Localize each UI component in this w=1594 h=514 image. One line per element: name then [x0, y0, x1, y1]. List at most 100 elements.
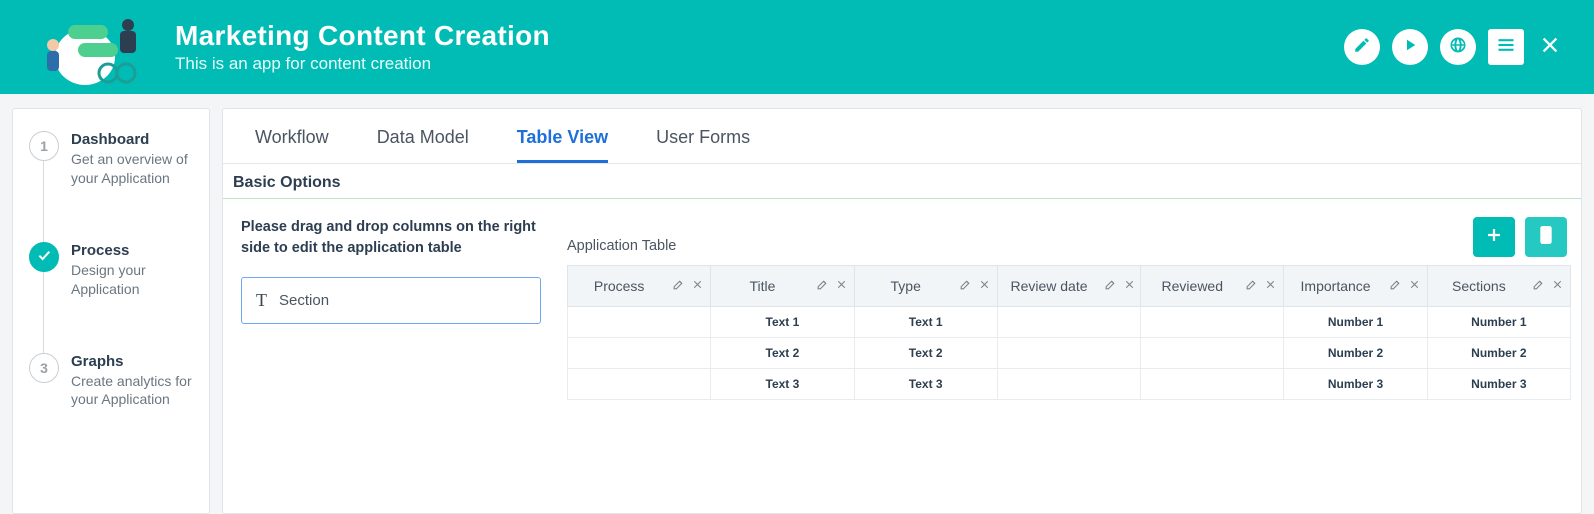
menu-icon [1496, 35, 1516, 60]
close-button[interactable] [1536, 33, 1564, 61]
column-label: Review date [1010, 278, 1087, 294]
table-cell[interactable]: Text 3 [854, 369, 997, 400]
application-table: Process Title Type Review date Reviewed Impor… [567, 265, 1571, 400]
remove-column-icon[interactable] [691, 278, 704, 294]
table-cell[interactable]: Number 3 [1427, 369, 1570, 400]
edit-column-icon[interactable] [1389, 278, 1402, 294]
step-title: Dashboard [71, 131, 193, 148]
instructions: Please drag and drop columns on the righ… [241, 217, 541, 259]
table-row: Text 3Text 3 Number 3Number 3 [568, 369, 1571, 400]
step-desc: Get an overview of your Application [71, 150, 193, 188]
add-column-button[interactable] [1473, 217, 1515, 257]
edit-column-icon[interactable] [1104, 278, 1117, 294]
play-button[interactable] [1392, 29, 1428, 65]
mobile-view-button[interactable] [1525, 217, 1567, 257]
step-title: Graphs [71, 353, 193, 370]
app-header: Marketing Content Creation This is an ap… [0, 0, 1594, 94]
table-cell[interactable]: Number 2 [1284, 338, 1427, 369]
column-label: Process [594, 278, 645, 294]
sidebar: 1 Dashboard Get an overview of your Appl… [12, 108, 210, 514]
drag-item-label: Section [279, 292, 329, 309]
column-header[interactable]: Type [854, 266, 997, 307]
table-cell[interactable]: Text 2 [711, 338, 854, 369]
tab-data-model[interactable]: Data Model [377, 109, 469, 163]
body: Please drag and drop columns on the righ… [223, 199, 1581, 410]
drag-item-section[interactable]: T Section [241, 277, 541, 324]
table-actions [1473, 217, 1567, 257]
remove-column-icon[interactable] [835, 278, 848, 294]
remove-column-icon[interactable] [978, 278, 991, 294]
table-cell[interactable]: Number 1 [1427, 307, 1570, 338]
edit-column-icon[interactable] [1532, 278, 1545, 294]
step-graphs[interactable]: 3 Graphs Create analytics for your Appli… [29, 353, 193, 410]
column-header[interactable]: Sections [1427, 266, 1570, 307]
table-cell[interactable]: Text 1 [854, 307, 997, 338]
text-type-icon: T [256, 290, 267, 311]
table-row: Text 1Text 1 Number 1Number 1 [568, 307, 1571, 338]
step-dashboard[interactable]: 1 Dashboard Get an overview of your Appl… [29, 131, 193, 242]
table-cell[interactable] [1141, 307, 1284, 338]
edit-column-icon[interactable] [1245, 278, 1258, 294]
column-label: Reviewed [1162, 278, 1223, 294]
pencil-icon [1353, 36, 1371, 59]
table-cell[interactable]: Number 2 [1427, 338, 1570, 369]
table-cell[interactable] [997, 369, 1140, 400]
table-cell[interactable] [997, 307, 1140, 338]
tab-workflow[interactable]: Workflow [255, 109, 329, 163]
globe-button[interactable] [1440, 29, 1476, 65]
table-cell[interactable] [1141, 338, 1284, 369]
table-cell[interactable]: Text 2 [854, 338, 997, 369]
edit-column-icon[interactable] [959, 278, 972, 294]
column-label: Title [749, 278, 775, 294]
plus-icon [1485, 226, 1503, 249]
column-header[interactable]: Process [568, 266, 711, 307]
tab-user-forms[interactable]: User Forms [656, 109, 750, 163]
close-icon [1539, 34, 1561, 61]
app-subtitle: This is an app for content creation [175, 54, 1344, 74]
table-cell[interactable]: Number 1 [1284, 307, 1427, 338]
edit-button[interactable] [1344, 29, 1380, 65]
mobile-icon [1539, 225, 1553, 250]
table-cell[interactable] [568, 338, 711, 369]
edit-column-icon[interactable] [672, 278, 685, 294]
step-process[interactable]: Process Design your Application [29, 242, 193, 353]
edit-column-icon[interactable] [816, 278, 829, 294]
remove-column-icon[interactable] [1551, 278, 1564, 294]
step-desc: Design your Application [71, 261, 193, 299]
remove-column-icon[interactable] [1264, 278, 1277, 294]
column-header[interactable]: Reviewed [1141, 266, 1284, 307]
table-cell[interactable] [568, 369, 711, 400]
column-header[interactable]: Review date [997, 266, 1140, 307]
step-title: Process [71, 242, 193, 259]
table-row: Text 2Text 2 Number 2Number 2 [568, 338, 1571, 369]
left-panel: Please drag and drop columns on the righ… [241, 217, 541, 400]
tab-table-view[interactable]: Table View [517, 109, 608, 163]
step-bullet-2 [29, 242, 59, 272]
globe-icon [1449, 36, 1467, 59]
header-actions [1344, 29, 1564, 65]
column-header[interactable]: Importance [1284, 266, 1427, 307]
content: Workflow Data Model Table View User Form… [222, 108, 1582, 514]
table-cell[interactable] [568, 307, 711, 338]
tabs: Workflow Data Model Table View User Form… [223, 109, 1581, 164]
column-header[interactable]: Title [711, 266, 854, 307]
main-layout: 1 Dashboard Get an overview of your Appl… [0, 94, 1594, 514]
table-cell[interactable]: Text 3 [711, 369, 854, 400]
check-icon [36, 247, 52, 266]
remove-column-icon[interactable] [1123, 278, 1136, 294]
table-area: Application Table [567, 217, 1571, 400]
menu-button[interactable] [1488, 29, 1524, 65]
header-titles: Marketing Content Creation This is an ap… [175, 20, 1344, 74]
table-cell[interactable] [997, 338, 1140, 369]
header-illustration [20, 7, 150, 87]
table-cell[interactable] [1141, 369, 1284, 400]
step-bullet-3: 3 [29, 353, 59, 383]
remove-column-icon[interactable] [1408, 278, 1421, 294]
column-label: Importance [1301, 278, 1371, 294]
app-title: Marketing Content Creation [175, 20, 1344, 52]
column-label: Type [891, 278, 921, 294]
table-cell[interactable]: Number 3 [1284, 369, 1427, 400]
play-icon [1401, 36, 1419, 59]
step-desc: Create analytics for your Application [71, 372, 193, 410]
table-cell[interactable]: Text 1 [711, 307, 854, 338]
